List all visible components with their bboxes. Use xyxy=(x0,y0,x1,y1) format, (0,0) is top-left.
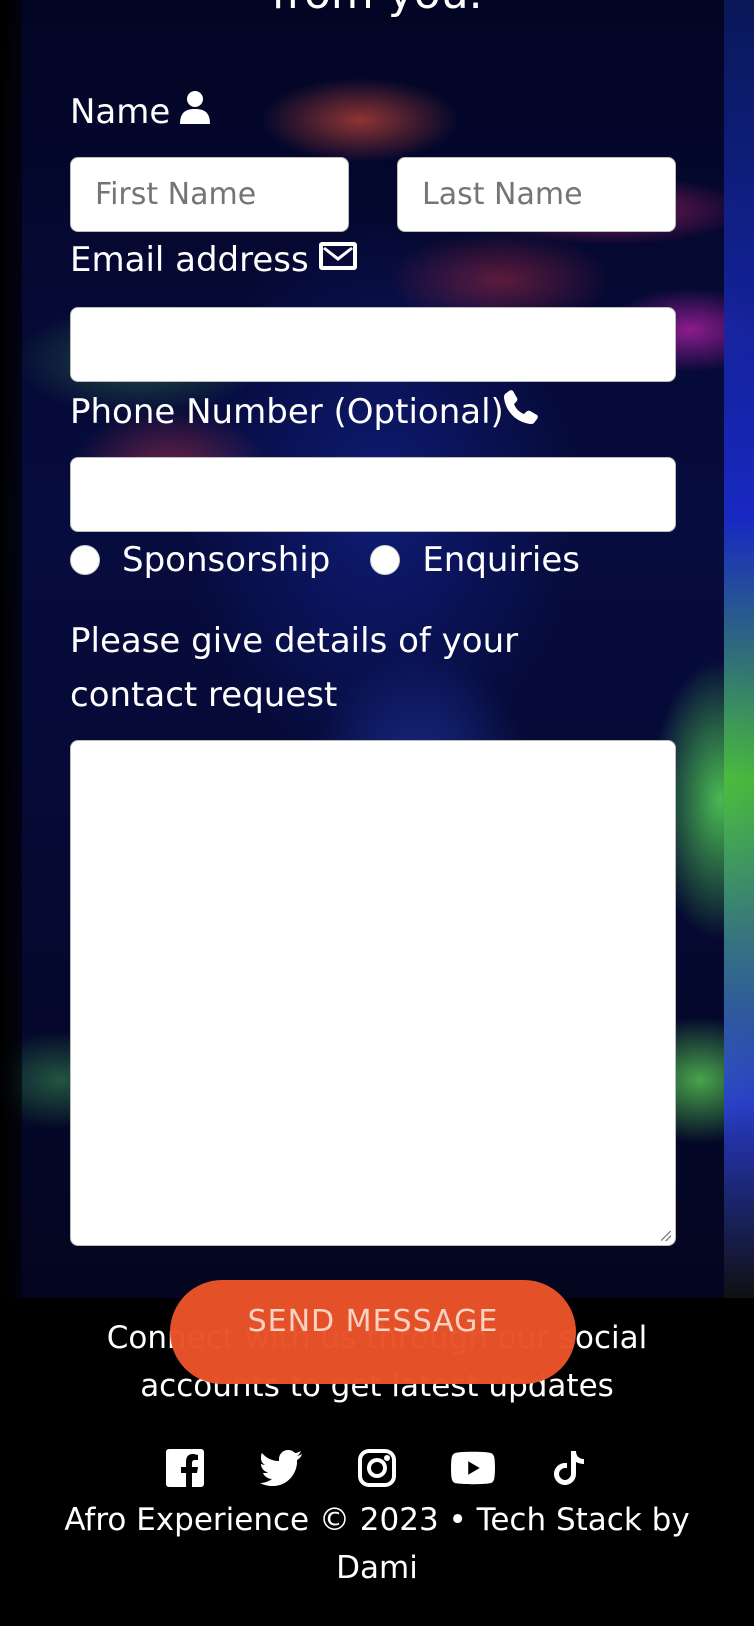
name-label-text: Name xyxy=(70,91,171,132)
twitter-icon[interactable] xyxy=(259,1446,303,1490)
user-icon xyxy=(180,90,211,133)
enquiries-label: Enquiries xyxy=(422,540,580,580)
send-message-button[interactable]: SEND MESSAGE xyxy=(170,1280,576,1384)
phone-icon xyxy=(503,390,538,433)
background-edge-right xyxy=(724,0,754,1298)
first-name-input[interactable]: First Name xyxy=(70,157,349,232)
section-heading: from you. xyxy=(0,0,754,16)
facebook-icon[interactable] xyxy=(163,1446,207,1490)
tiktok-icon[interactable] xyxy=(547,1446,591,1490)
enquiries-radio[interactable] xyxy=(370,545,401,575)
first-name-placeholder: First Name xyxy=(95,177,257,212)
sponsorship-radio[interactable] xyxy=(70,545,100,575)
resize-handle-icon[interactable] xyxy=(661,1231,671,1241)
details-label: Please give details of your contact requ… xyxy=(70,621,519,715)
envelope-icon xyxy=(318,240,357,280)
youtube-icon[interactable] xyxy=(451,1446,495,1490)
phone-input[interactable] xyxy=(70,457,676,532)
details-textarea[interactable] xyxy=(70,740,676,1246)
email-input[interactable] xyxy=(70,307,676,382)
copyright-text: Afro Experience © 2023 • Tech Stack by D… xyxy=(64,1502,690,1586)
social-links xyxy=(0,1444,754,1492)
name-label: Name xyxy=(70,90,211,133)
last-name-placeholder: Last Name xyxy=(422,177,583,212)
sponsorship-label: Sponsorship xyxy=(122,540,331,580)
last-name-input[interactable]: Last Name xyxy=(397,157,676,232)
instagram-icon[interactable] xyxy=(355,1446,399,1490)
contact-type-radio-group: Sponsorship Enquiries xyxy=(70,538,580,582)
phone-label: Phone Number (Optional) xyxy=(70,390,538,433)
background-edge-left xyxy=(0,0,22,1298)
email-label-text: Email address xyxy=(70,240,309,280)
phone-label-text: Phone Number (Optional) xyxy=(70,391,504,432)
email-label: Email address xyxy=(70,240,357,280)
